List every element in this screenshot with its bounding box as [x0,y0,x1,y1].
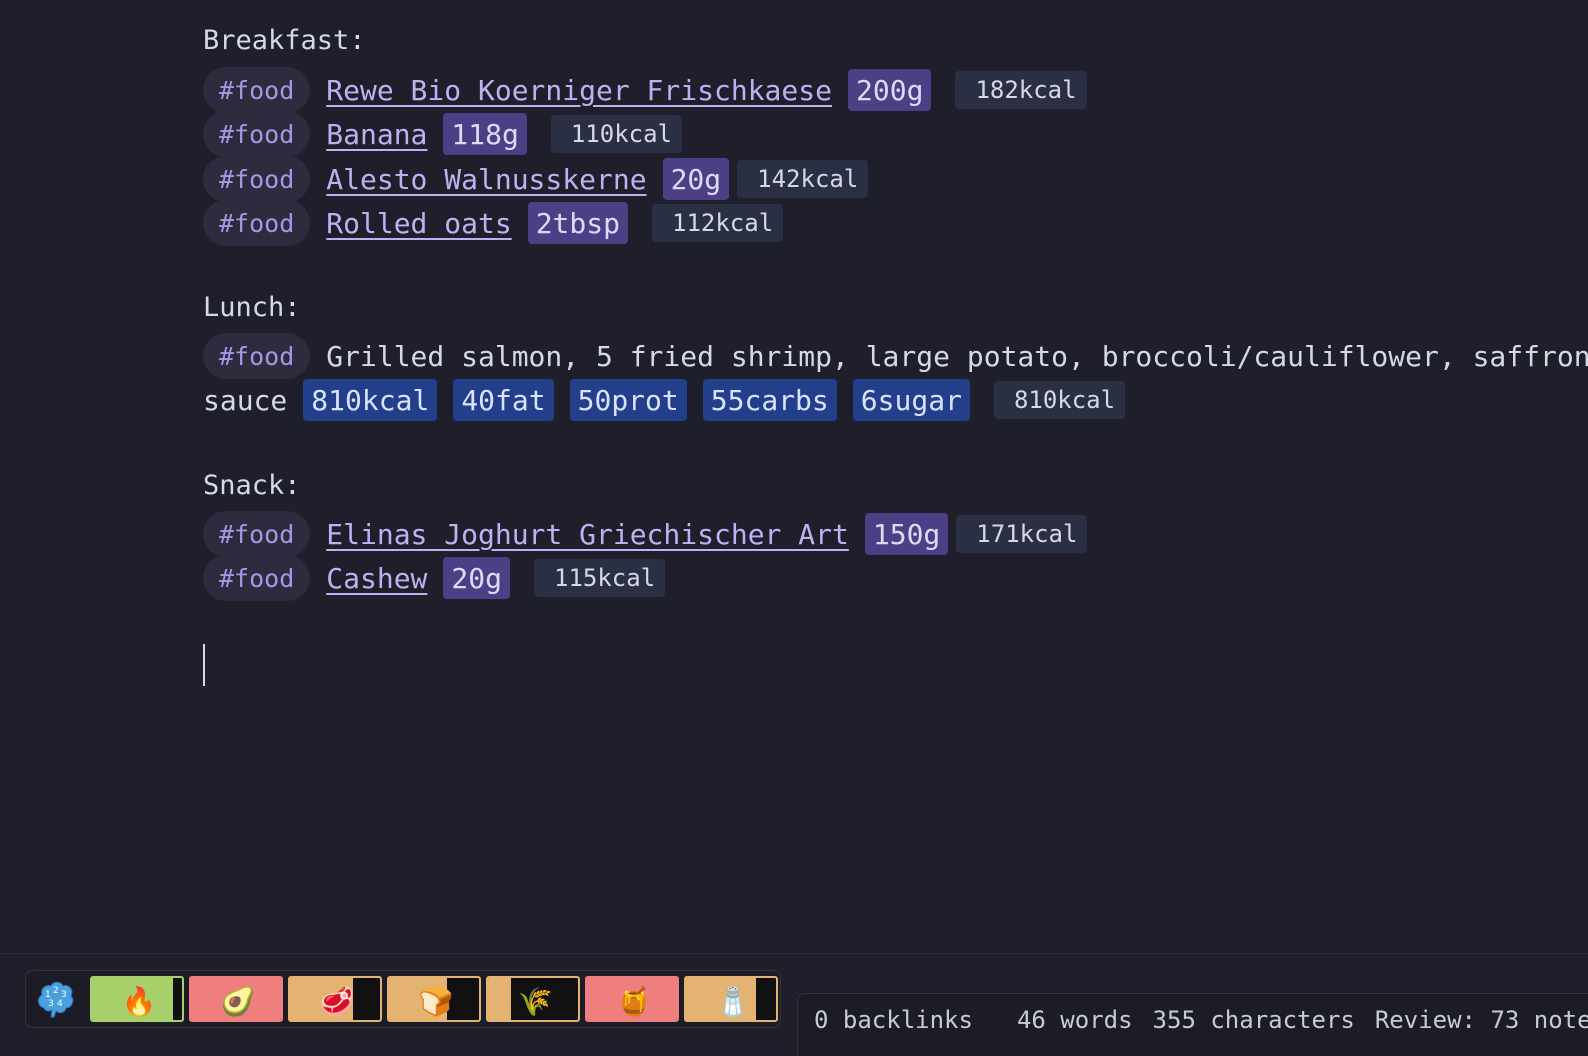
food-tag[interactable]: #food [203,555,311,601]
breakfast-heading: Breakfast: [203,25,366,56]
bread-meter[interactable]: 🍞 [387,976,481,1022]
kcal-badge: 142kcal [737,160,869,198]
salt-meter[interactable]: 🧂 [684,976,778,1022]
lunch-heading: Lunch: [203,292,301,323]
macro-kcal-badge: 810kcal [303,379,438,421]
svg-text:4: 4 [57,999,63,1009]
kcal-badge: 115kcal [534,559,666,597]
macro-carbs-badge: 55carbs [702,379,837,421]
food-link[interactable]: Rewe Bio Koerniger Frischkaese [326,74,832,107]
food-entry: #food Banana 118g 110kcal [203,111,683,157]
food-link[interactable]: Alesto Walnusskerne [326,163,646,196]
food-entry: #food Alesto Walnusskerne 20g 142kcal [203,156,869,202]
kcal-badge: 171kcal [956,515,1088,553]
salt-shaker-icon: 🧂 [715,984,751,1018]
text-cursor [203,644,205,686]
quantity-badge: 2tbsp [527,202,628,244]
quantity-badge: 150g [864,513,949,555]
lunch-description-continued: sauce [203,383,288,417]
food-tag[interactable]: #food [203,511,311,557]
nutrition-tracker-bar: 1 2 3 3 4 🔥 🥑 🥩 🍞 🌾 🍯 🧂 [25,970,781,1028]
character-count: 355 characters [1152,1006,1355,1034]
app-window: Breakfast: #food Rewe Bio Koerniger Fris… [0,0,1588,1056]
macro-protein-badge: 50prot [569,379,687,421]
kcal-badge: 810kcal [993,381,1126,419]
word-count: 46 words [1016,1006,1133,1034]
food-link[interactable]: Rolled oats [326,207,511,240]
food-tag[interactable]: #food [203,111,311,157]
honey-pot-icon: 🍯 [616,984,652,1018]
brain-numbers-icon[interactable]: 1 2 3 3 4 [34,978,76,1020]
note-editor[interactable]: Breakfast: #food Rewe Bio Koerniger Fris… [203,0,1588,960]
calories-meter[interactable]: 🔥 [90,976,184,1022]
svg-text:3: 3 [48,999,54,1009]
kcal-badge: 182kcal [955,71,1087,109]
lunch-description: Grilled salmon, 5 fried shrimp, large po… [326,339,1588,373]
svg-text:2: 2 [53,986,59,996]
snack-heading: Snack: [203,470,301,501]
protein-meter[interactable]: 🥩 [288,976,382,1022]
bread-icon: 🍞 [418,984,454,1018]
quantity-badge: 118g [443,113,527,155]
fat-meter[interactable]: 🥑 [189,976,283,1022]
review-status[interactable]: Review: 73 note(s) [1375,1006,1588,1034]
food-tag[interactable]: #food [203,156,311,202]
backlinks-count[interactable]: 0 backlinks [814,1006,973,1034]
food-tag[interactable]: #food [203,200,311,246]
lunch-entry-line-1: #food Grilled salmon, 5 fried shrimp, la… [203,333,1588,379]
food-tag[interactable]: #food [203,67,311,113]
quantity-badge: 200g [848,69,932,111]
fire-icon: 🔥 [121,984,157,1018]
quantity-badge: 20g [662,158,730,200]
food-link[interactable]: Banana [326,118,427,151]
avocado-icon: 🥑 [220,984,256,1018]
sugar-meter[interactable]: 🍯 [585,976,679,1022]
quantity-badge: 20g [443,557,510,599]
macro-fat-badge: 40fat [453,379,554,421]
food-entry: #food Rolled oats 2tbsp 112kcal [203,200,784,246]
food-tag[interactable]: #food [203,333,311,379]
food-link[interactable]: Cashew [326,562,427,595]
kcal-badge: 112kcal [652,204,784,242]
food-entry: #food Elinas Joghurt Griechischer Art 15… [203,511,1088,557]
rice-plant-icon: 🌾 [517,984,553,1018]
grain-meter[interactable]: 🌾 [486,976,580,1022]
bottom-divider [0,953,1588,954]
lunch-entry-line-2: sauce 810kcal 40fat 50prot 55carbs 6suga… [203,378,1126,422]
meat-icon: 🥩 [319,984,355,1018]
food-entry: #food Rewe Bio Koerniger Frischkaese 200… [203,67,1087,113]
macro-sugar-badge: 6sugar [852,379,970,421]
status-bar: 0 backlinks 46 words 355 characters Revi… [797,993,1588,1056]
food-entry: #food Cashew 20g 115kcal [203,555,666,601]
food-link[interactable]: Elinas Joghurt Griechischer Art [326,518,849,551]
kcal-badge: 110kcal [550,115,683,153]
